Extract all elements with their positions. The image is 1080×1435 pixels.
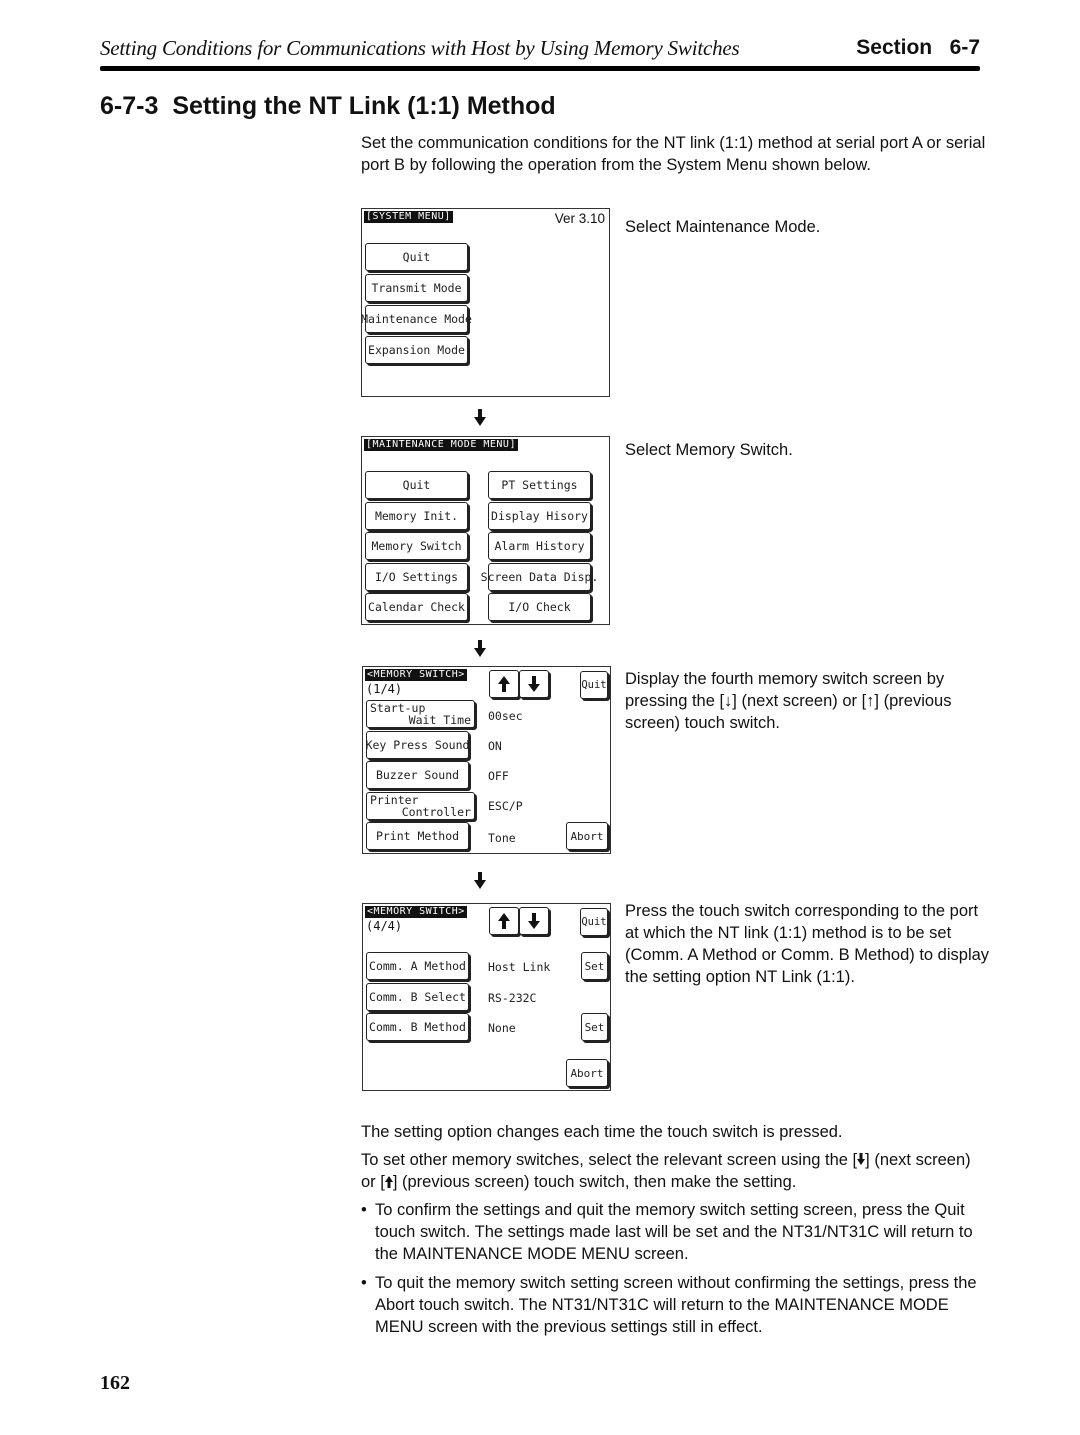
- previous-screen-button[interactable]: [489, 670, 519, 698]
- maintenance-menu-screen: [MAINTENANCE MODE MENU] Quit Memory Init…: [361, 436, 610, 625]
- key-press-sound-button[interactable]: Key Press Sound: [366, 731, 469, 759]
- comm-a-method-value: Host Link: [488, 960, 551, 974]
- header-title: Setting Conditions for Communications wi…: [100, 36, 740, 60]
- running-header: Setting Conditions for Communications wi…: [100, 36, 980, 64]
- page-indicator: (4/4): [366, 919, 403, 933]
- up-arrow-icon: [384, 1176, 393, 1188]
- quit-button[interactable]: Quit: [580, 908, 608, 936]
- memory-switch-button[interactable]: Memory Switch: [365, 532, 468, 560]
- print-method-value: Tone: [488, 831, 516, 845]
- quit-button[interactable]: Quit: [365, 471, 468, 499]
- bullet-quit: • To confirm the settings and quit the m…: [361, 1201, 973, 1263]
- flow-down-arrow-icon: [474, 640, 486, 657]
- screen-title: [SYSTEM MENU]: [364, 211, 453, 223]
- print-method-button[interactable]: Print Method: [366, 822, 469, 850]
- comm-a-set-button[interactable]: Set: [581, 952, 608, 980]
- caption-select-memory-switch: Select Memory Switch.: [625, 441, 793, 459]
- previous-screen-button[interactable]: [489, 907, 519, 935]
- key-press-sound-value: ON: [488, 739, 502, 753]
- alarm-history-button[interactable]: Alarm History: [488, 532, 591, 560]
- screen-title: [MAINTENANCE MODE MENU]: [364, 439, 518, 451]
- heading-title: Setting the NT Link (1:1) Method: [172, 92, 556, 120]
- screen-data-disp-button[interactable]: Screen Data Disp.: [481, 563, 598, 591]
- comm-b-select-button[interactable]: Comm. B Select: [366, 983, 469, 1011]
- buzzer-sound-button[interactable]: Buzzer Sound: [366, 761, 469, 789]
- memory-switch-screen-1: <MEMORY SWITCH> (1/4) Quit Start-up Wait…: [362, 666, 611, 854]
- up-arrow-icon: [498, 913, 510, 929]
- paragraph-other-switches: To set other memory switches, select the…: [361, 1151, 971, 1191]
- down-arrow-icon: [857, 1153, 866, 1165]
- heading-number: 6-7-3: [100, 92, 159, 120]
- abort-button[interactable]: Abort: [566, 1059, 608, 1087]
- abort-button[interactable]: Abort: [566, 822, 608, 850]
- system-menu-screen: [SYSTEM MENU] Ver 3.10 Quit Transmit Mod…: [361, 208, 610, 397]
- io-check-button[interactable]: I/O Check: [488, 593, 591, 621]
- screen-title: <MEMORY SWITCH>: [365, 669, 467, 681]
- bullet-icon: •: [361, 1274, 367, 1292]
- next-screen-button[interactable]: [519, 670, 549, 698]
- intro-paragraph: Set the communication conditions for the…: [361, 134, 986, 174]
- printer-controller-button[interactable]: Printer Controller: [366, 792, 475, 820]
- comm-b-set-button[interactable]: Set: [581, 1013, 608, 1041]
- io-settings-button[interactable]: I/O Settings: [365, 563, 468, 591]
- quit-button[interactable]: Quit: [365, 243, 468, 271]
- paragraph-setting-option: The setting option changes each time the…: [361, 1123, 843, 1141]
- screen-title: <MEMORY SWITCH>: [365, 906, 467, 918]
- down-arrow-icon: [528, 913, 540, 929]
- calendar-check-button[interactable]: Calendar Check: [365, 593, 468, 621]
- next-screen-button[interactable]: [519, 907, 549, 935]
- caption-display-fourth-screen: Display the fourth memory switch screen …: [625, 670, 952, 732]
- maintenance-mode-button[interactable]: Maintenance Mode: [361, 305, 472, 333]
- comm-b-select-value: RS-232C: [488, 991, 537, 1005]
- page-indicator: (1/4): [366, 682, 403, 696]
- buzzer-sound-value: OFF: [488, 769, 509, 783]
- display-history-button[interactable]: Display Hisory: [488, 502, 591, 530]
- printer-controller-value: ESC/P: [488, 799, 523, 813]
- flow-down-arrow-icon: [474, 409, 486, 426]
- bullet-icon: •: [361, 1201, 367, 1219]
- header-section: Section 6-7: [856, 36, 980, 60]
- bullet-abort: • To quit the memory switch setting scre…: [361, 1274, 977, 1336]
- expansion-mode-button[interactable]: Expansion Mode: [365, 336, 468, 364]
- pt-settings-button[interactable]: PT Settings: [488, 471, 591, 499]
- startup-wait-time-value: 00sec: [488, 709, 523, 723]
- section-label: Section: [856, 36, 933, 59]
- startup-wait-time-button[interactable]: Start-up Wait Time: [366, 700, 475, 728]
- memory-init-button[interactable]: Memory Init.: [365, 502, 468, 530]
- memory-switch-screen-4: <MEMORY SWITCH> (4/4) Quit Comm. A Metho…: [362, 903, 611, 1091]
- up-arrow-icon: [498, 676, 510, 692]
- header-rule: [100, 66, 980, 71]
- comm-b-method-value: None: [488, 1021, 516, 1035]
- quit-button[interactable]: Quit: [580, 671, 608, 699]
- flow-down-arrow-icon: [474, 872, 486, 889]
- page-number: 162: [100, 1372, 130, 1394]
- section-heading: 6-7-3 Setting the NT Link (1:1) Method: [100, 92, 556, 121]
- comm-b-method-button[interactable]: Comm. B Method: [366, 1013, 469, 1041]
- caption-select-maintenance: Select Maintenance Mode.: [625, 218, 821, 236]
- transmit-mode-button[interactable]: Transmit Mode: [365, 274, 468, 302]
- section-number: 6-7: [949, 36, 980, 59]
- comm-a-method-button[interactable]: Comm. A Method: [366, 952, 469, 980]
- down-arrow-icon: [528, 676, 540, 692]
- version-label: Ver 3.10: [554, 211, 605, 226]
- caption-press-touch-switch: Press the touch switch corresponding to …: [625, 902, 990, 986]
